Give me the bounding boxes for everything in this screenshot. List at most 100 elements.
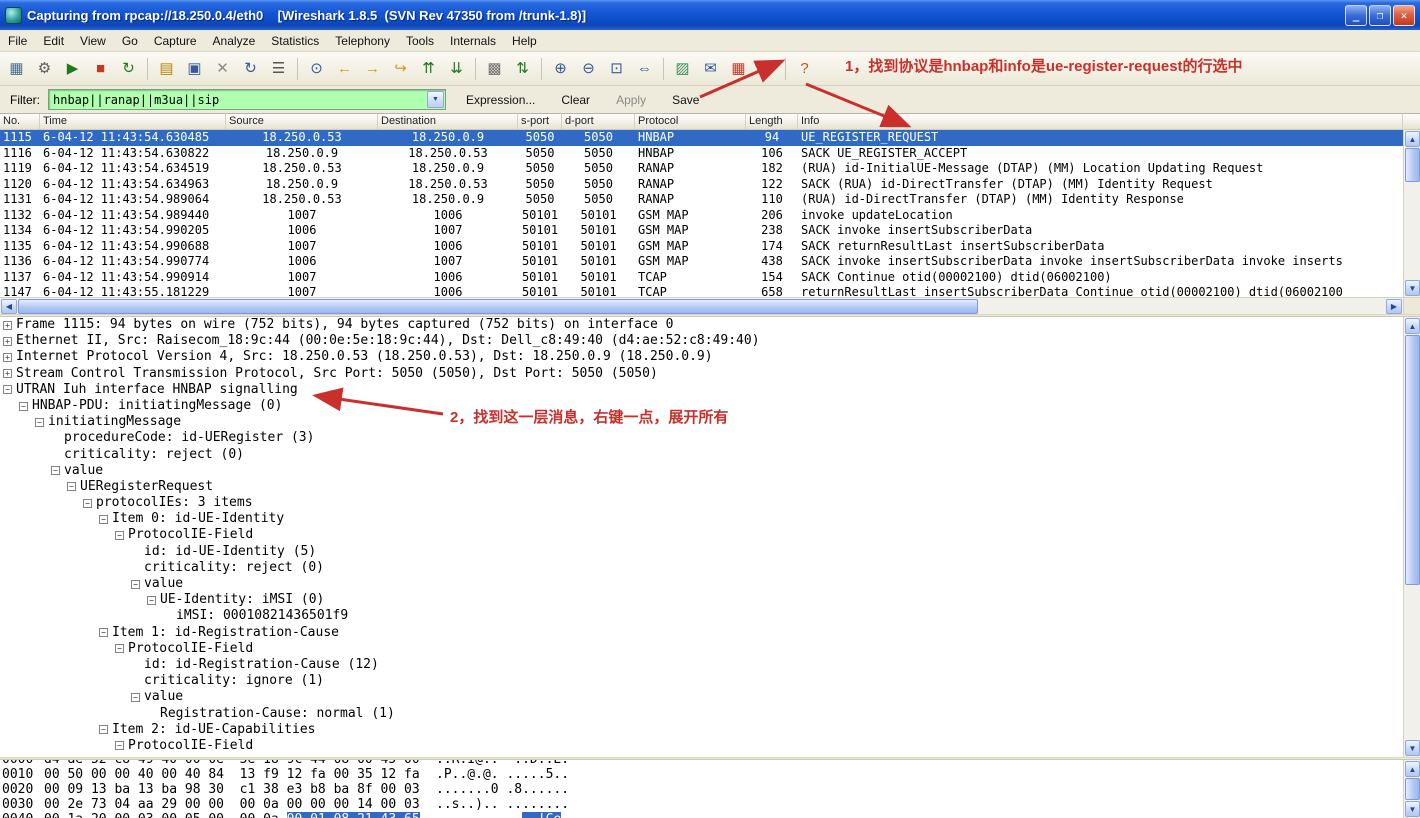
minimize-button[interactable]: _ — [1345, 4, 1367, 26]
list-interfaces-icon[interactable]: ▦ — [3, 56, 30, 82]
tree-expander-icon[interactable]: − — [99, 628, 108, 638]
auto-scroll-live-icon[interactable]: ⇅ — [509, 56, 536, 82]
detail-line[interactable]: − ProtocolIE-Field — [0, 527, 1403, 543]
detail-line[interactable]: + Frame 1115: 94 bytes on wire (752 bits)… — [0, 317, 1403, 333]
detail-line[interactable]: − ProtocolIE-Field — [0, 641, 1403, 657]
go-first-packet-icon[interactable]: ⇈ — [415, 56, 442, 82]
detail-line[interactable]: iMSI: 00010821436501f9 — [0, 608, 1403, 624]
edit-capture-filters-icon[interactable]: ▦ — [725, 56, 752, 82]
close-button[interactable]: ✕ — [1393, 4, 1415, 26]
print-packets-icon[interactable]: ☰ — [265, 56, 292, 82]
detail-line[interactable]: − protocolIEs: 3 items — [0, 495, 1403, 511]
tree-expander-icon[interactable]: − — [115, 741, 124, 751]
go-last-packet-icon[interactable]: ⇊ — [443, 56, 470, 82]
packet-row[interactable]: 1137 6-04-12 11:43:54.990914 1007 1006 50101… — [0, 270, 1420, 286]
filter-save-button[interactable]: Save — [666, 91, 705, 109]
packet-row[interactable]: 1120 6-04-12 11:43:54.634963 18.250.0.9 18.… — [0, 177, 1420, 193]
tree-expander-icon[interactable]: − — [67, 482, 76, 492]
menu-capture[interactable]: Capture — [146, 31, 205, 51]
menu-statistics[interactable]: Statistics — [263, 31, 327, 51]
menu-view[interactable]: View — [72, 31, 114, 51]
tree-expander-icon[interactable]: − — [19, 401, 28, 411]
go-back-icon[interactable]: ← — [331, 56, 358, 82]
hex-row[interactable]: 0030 00 2e 73 04 aa 29 00 00 00 0a 00 00 … — [0, 797, 1403, 812]
save-capture-file-icon[interactable]: ▣ — [181, 56, 208, 82]
detail-line[interactable]: id: id-Registration-Cause (12) — [0, 657, 1403, 673]
tree-expander-icon[interactable]: − — [35, 417, 44, 427]
hex-row[interactable]: 0020 00 09 13 ba 13 ba 98 30 c1 38 e3 b8 … — [0, 782, 1403, 797]
tree-expander-icon[interactable]: + — [3, 369, 12, 379]
maximize-button[interactable]: ❐ — [1369, 4, 1391, 26]
vscroll-thumb[interactable] — [1405, 148, 1420, 182]
hex-row[interactable]: 004000 1a 20 00 03 00 05 00 00 0a 00 01 … — [0, 812, 1403, 818]
column-header-source[interactable]: Source — [226, 114, 378, 129]
resize-columns-icon[interactable]: ⇔ — [631, 56, 658, 82]
detail-line[interactable]: − Item 1: id-Registration-Cause — [0, 625, 1403, 641]
menu-edit[interactable]: Edit — [35, 31, 72, 51]
filter-expression-button[interactable]: Expression... — [460, 91, 541, 109]
tree-expander-icon[interactable]: − — [83, 498, 92, 508]
detail-line[interactable]: criticality: ignore (1) — [0, 673, 1403, 689]
edit-coloring-rules-icon[interactable]: ▨ — [669, 56, 696, 82]
detail-line[interactable]: − ProtocolIE-Field — [0, 738, 1403, 754]
filter-input[interactable]: hnbap||ranap||m3ua||sip ▼ — [48, 89, 446, 110]
edit-display-filters-icon[interactable]: ✉ — [697, 56, 724, 82]
column-header-protocol[interactable]: Protocol — [635, 114, 746, 129]
detail-line[interactable]: criticality: reject (0) — [0, 447, 1403, 463]
column-header-dport[interactable]: d-port — [562, 114, 635, 129]
tree-expander-icon[interactable]: − — [131, 579, 140, 589]
detail-line[interactable]: − UTRAN Iuh interface HNBAP signalling — [0, 382, 1403, 398]
tree-expander-icon[interactable]: − — [51, 466, 60, 476]
scroll-up-button[interactable]: ▲ — [1405, 131, 1420, 147]
column-header-info[interactable]: Info — [798, 114, 1403, 129]
tree-expander-icon[interactable]: + — [3, 352, 12, 362]
help-icon[interactable]: ? — [791, 56, 818, 82]
detail-line[interactable]: − Item 0: id-UE-Identity — [0, 511, 1403, 527]
scroll-up-button[interactable]: ▲ — [1405, 761, 1420, 777]
vscroll-thumb[interactable] — [1405, 778, 1420, 800]
packet-list-vscrollbar[interactable]: ▲ ▼ — [1403, 130, 1420, 297]
colorize-packet-list-icon[interactable]: ▩ — [481, 56, 508, 82]
detail-line[interactable]: + Stream Control Transmission Protocol, S… — [0, 366, 1403, 382]
go-to-packet-icon[interactable]: ↪ — [387, 56, 414, 82]
menu-internals[interactable]: Internals — [442, 31, 504, 51]
details-vscrollbar[interactable]: ▲ ▼ — [1403, 317, 1420, 757]
detail-line[interactable]: − Item 2: id-UE-Capabilities — [0, 722, 1403, 738]
zoom-in-icon[interactable]: ⊕ — [547, 56, 574, 82]
menu-go[interactable]: Go — [114, 31, 146, 51]
menu-tools[interactable]: Tools — [398, 31, 442, 51]
capture-options-icon[interactable]: ⚙ — [31, 56, 58, 82]
find-packet-icon[interactable]: ⊙ — [303, 56, 330, 82]
detail-line[interactable]: − value — [0, 463, 1403, 479]
scroll-down-button[interactable]: ▼ — [1405, 740, 1420, 756]
detail-line[interactable]: id: id-UE-Identity (5) — [0, 544, 1403, 560]
column-header-length[interactable]: Length — [746, 114, 798, 129]
tree-expander-icon[interactable]: − — [131, 692, 140, 702]
detail-line[interactable]: + Internet Protocol Version 4, Src: 18.25… — [0, 349, 1403, 365]
menu-telephony[interactable]: Telephony — [327, 31, 398, 51]
tree-expander-icon[interactable]: + — [3, 320, 12, 330]
zoom-out-icon[interactable]: ⊖ — [575, 56, 602, 82]
detail-line[interactable]: + Ethernet II, Src: Raisecom_18:9c:44 (00… — [0, 333, 1403, 349]
tree-expander-icon[interactable]: − — [99, 725, 108, 735]
packet-list-hscrollbar[interactable]: ◀ ▶ — [0, 297, 1403, 314]
packet-row[interactable]: 1135 6-04-12 11:43:54.990688 1007 1006 50101… — [0, 239, 1420, 255]
packet-row[interactable]: 1136 6-04-12 11:43:54.990774 1006 1007 50101… — [0, 254, 1420, 270]
filter-apply-button[interactable]: Apply — [610, 91, 652, 109]
column-header-no[interactable]: No. — [0, 114, 40, 129]
hex-row[interactable]: 0010 00 50 00 00 40 00 40 84 13 f9 12 fa … — [0, 767, 1403, 782]
packet-row[interactable]: 1131 6-04-12 11:43:54.989064 18.250.0.53 18… — [0, 192, 1420, 208]
filter-clear-button[interactable]: Clear — [555, 91, 596, 109]
close-capture-file-icon[interactable]: ✕ — [209, 56, 236, 82]
tree-expander-icon[interactable]: − — [147, 595, 156, 605]
scroll-down-button[interactable]: ▼ — [1405, 801, 1420, 817]
detail-line[interactable]: − value — [0, 576, 1403, 592]
open-capture-file-icon[interactable]: ▤ — [153, 56, 180, 82]
scroll-right-button[interactable]: ▶ — [1386, 299, 1402, 314]
detail-line[interactable]: − UERegisterRequest — [0, 479, 1403, 495]
detail-line[interactable]: criticality: reject (0) — [0, 560, 1403, 576]
detail-line[interactable]: Registration-Cause: normal (1) — [0, 706, 1403, 722]
capture-start-icon[interactable]: ▶ — [59, 56, 86, 82]
vscroll-thumb[interactable] — [1405, 335, 1420, 585]
filter-label-button[interactable]: Filter: — [4, 91, 46, 109]
